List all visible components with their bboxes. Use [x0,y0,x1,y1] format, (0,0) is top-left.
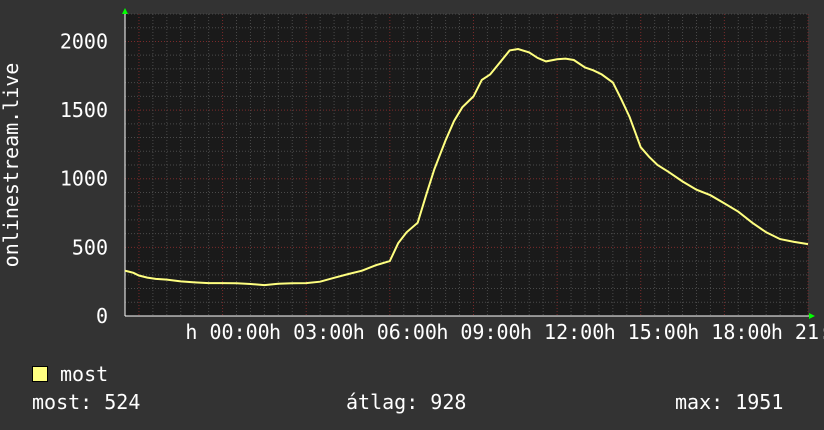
y-axis-ticks: 0 500 1000 1500 2000 [60,29,108,328]
y-tick-label: 500 [72,235,108,259]
x-tick-label: h 00:00 [185,320,269,344]
x-tick-label: h 15:00 [604,320,688,344]
y-axis-label: onlinestream.live [0,63,23,268]
y-tick-label: 1500 [60,98,108,122]
x-tick-label: h 18:00 [687,320,771,344]
stat-max: max: 1951 [675,390,784,414]
legend-swatch [32,366,48,382]
y-axis-arrow-icon [122,8,128,14]
x-tick-label: h 03:00 [269,320,353,344]
x-tick-label: h 12:00 [520,320,604,344]
stat-current: most: 524 [32,390,141,414]
x-tick-label: h 06:00 [353,320,437,344]
stat-average: átlag: 928 [346,390,467,414]
x-tick-label: h 21:00 [771,320,824,344]
x-tick-label: h 09:00 [436,320,520,344]
y-tick-label: 0 [96,304,108,328]
x-axis-arrow-icon [809,313,815,319]
chart: 0500100015002000 h 00:00 h 03:00 h 06:00 h … [0,8,824,344]
legend: most [32,362,108,386]
y-tick-label: 2000 [60,29,108,53]
legend-label: most [60,362,109,386]
y-tick-label: 1000 [60,167,108,191]
x-axis-ticks: h 00:00 h 03:00 h 06:00 h 09:00 h 12:00 h 15:… [185,320,824,344]
